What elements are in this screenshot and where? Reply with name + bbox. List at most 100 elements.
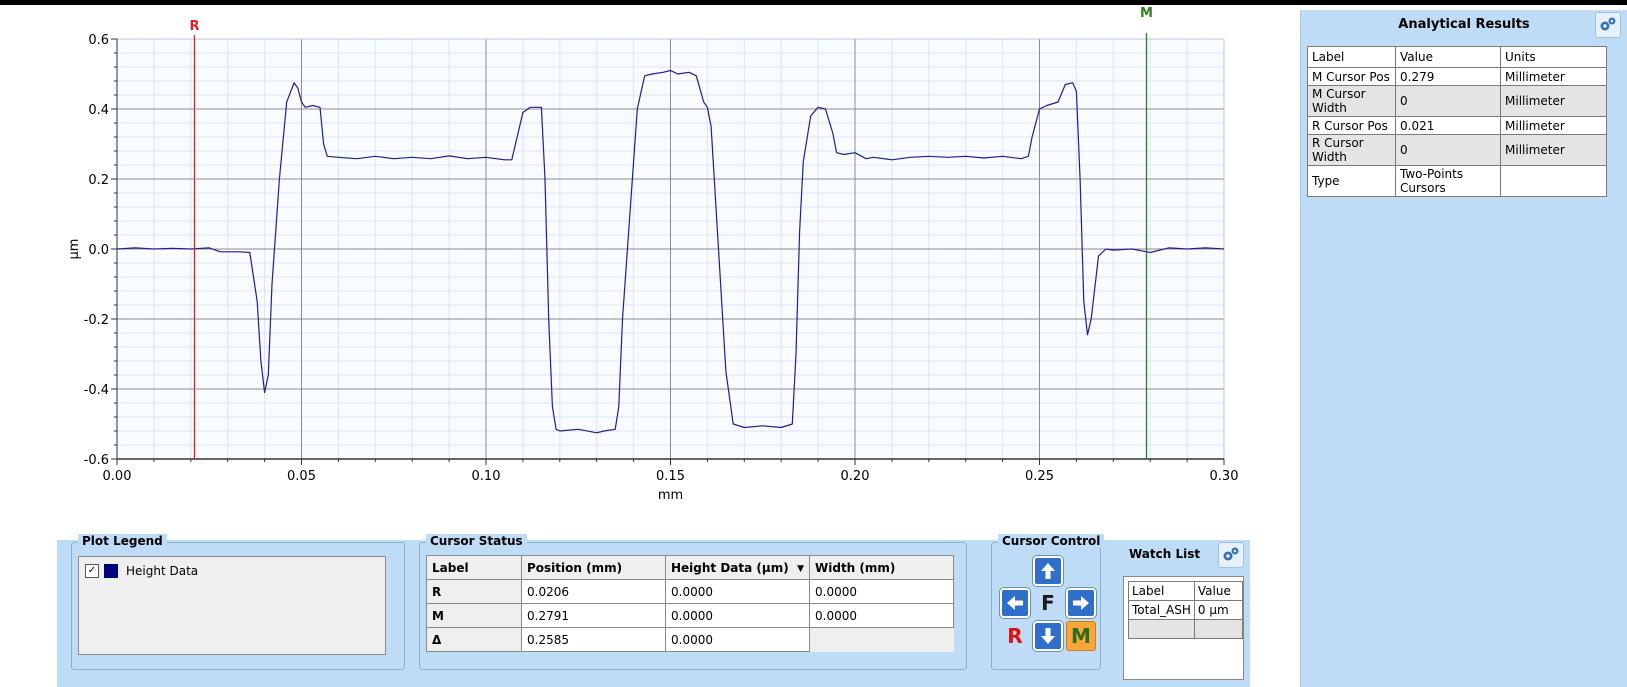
select-r-cursor-button[interactable]: R <box>1000 621 1030 651</box>
y-tick-label: 0.0 <box>88 243 109 258</box>
table-cell: Millimeter <box>1500 67 1607 86</box>
table-row[interactable]: Total_ASH 0 µm <box>1128 600 1244 620</box>
cursor-right-button[interactable] <box>1066 588 1096 618</box>
table-cell: 0.021 <box>1395 116 1501 135</box>
legend-item-label: Height Data <box>126 564 199 578</box>
column-header[interactable]: Width (mm) <box>809 555 954 580</box>
table-cell[interactable]: 0.2791 <box>521 603 666 628</box>
table-cell: Two-Points Cursors <box>1395 165 1501 197</box>
table-header-row: Label Value Units <box>1307 46 1607 68</box>
cursor-m-label[interactable]: M <box>1140 6 1153 21</box>
row-label: R <box>426 579 522 604</box>
analytical-results-table: Label Value Units M Cursor Pos 0.279 Mil… <box>1307 46 1607 197</box>
table-cell[interactable]: 0.0000 <box>665 579 810 604</box>
watch-list-title: Watch List <box>1129 547 1201 561</box>
table-cell <box>1128 619 1195 639</box>
column-header-label: Height Data (µm) <box>671 560 789 575</box>
watch-list-box: Label Value Total_ASH 0 µm <box>1123 576 1244 680</box>
column-header[interactable]: Label <box>426 555 522 580</box>
table-row[interactable]: Δ 0.2585 0.0000 <box>426 627 954 652</box>
y-axis-label: µm <box>67 239 82 260</box>
legend-item-height-data[interactable]: ✓ Height Data <box>85 564 198 578</box>
column-header[interactable]: Value <box>1193 581 1244 601</box>
y-tick-label: -0.2 <box>84 313 109 328</box>
table-cell: 0 µm <box>1193 600 1244 620</box>
table-cell: 0 <box>1395 85 1501 117</box>
table-cell: M Cursor Width <box>1307 85 1396 117</box>
y-tick-label: 0.2 <box>88 173 109 188</box>
table-row[interactable]: M Cursor Width 0 Millimeter <box>1307 85 1607 117</box>
gear-icon <box>1223 547 1239 561</box>
table-row[interactable]: R Cursor Width 0 Millimeter <box>1307 134 1607 166</box>
cursor-status-group: Cursor Status Label Position (mm) Height… <box>419 534 967 670</box>
table-cell <box>1500 165 1607 197</box>
arrow-up-icon <box>1041 563 1055 579</box>
plot-legend-list: ✓ Height Data <box>78 556 386 655</box>
cursor-up-button[interactable] <box>1033 556 1063 586</box>
cursor-status-table: Label Position (mm) Height Data (µm) ▼ W… <box>426 555 954 652</box>
y-tick-label: -0.6 <box>84 453 109 468</box>
cursor-r-label[interactable]: R <box>189 19 199 34</box>
x-tick-label: 0.25 <box>1025 469 1054 484</box>
table-cell[interactable]: 0.2585 <box>521 627 666 652</box>
table-cell <box>1193 619 1244 639</box>
watch-list-settings-button[interactable] <box>1218 542 1244 568</box>
x-tick-label: 0.00 <box>103 469 132 484</box>
cursor-focus-button[interactable]: F <box>1033 588 1063 618</box>
table-row[interactable]: M Cursor Pos 0.279 Millimeter <box>1307 67 1607 86</box>
column-header[interactable]: Units <box>1500 46 1607 68</box>
table-cell[interactable]: 0.0000 <box>809 603 954 628</box>
column-header[interactable]: Label <box>1128 581 1195 601</box>
table-cell: Millimeter <box>1500 85 1607 117</box>
y-tick-label: 0.4 <box>88 103 109 118</box>
row-label: Δ <box>426 627 522 652</box>
legend-color-swatch <box>104 564 118 578</box>
select-m-cursor-button[interactable]: M <box>1066 621 1096 651</box>
table-cell[interactable]: 0.0000 <box>809 579 954 604</box>
table-cell-empty <box>810 628 954 652</box>
cursor-left-button[interactable] <box>1000 588 1030 618</box>
y-tick-label: -0.4 <box>84 383 109 398</box>
table-header-row: Label Value <box>1128 581 1244 601</box>
table-cell: 0 <box>1395 134 1501 166</box>
table-cell: M Cursor Pos <box>1307 67 1396 86</box>
x-tick-label: 0.05 <box>287 469 316 484</box>
table-cell[interactable]: 0.0206 <box>521 579 666 604</box>
profile-plot[interactable]: 0.00 0.05 0.10 0.15 0.20 0.25 0.30 0.6 0.4 0.2 0.0… <box>0 5 1300 535</box>
checkmark-icon: ✓ <box>87 565 97 576</box>
table-row[interactable]: R 0.0206 0.0000 0.0000 <box>426 579 954 604</box>
x-tick-label: 0.30 <box>1210 469 1239 484</box>
plot-legend-group: Plot Legend ✓ Height Data <box>71 534 405 670</box>
analytical-results-panel: Analytical Results Label Value Units M C… <box>1300 10 1627 687</box>
column-header[interactable]: Value <box>1395 46 1501 68</box>
table-row-blank[interactable] <box>1128 619 1244 639</box>
sort-down-icon[interactable]: ▼ <box>797 564 804 574</box>
column-header[interactable]: Label <box>1307 46 1396 68</box>
table-cell[interactable]: 0.0000 <box>665 627 810 652</box>
table-cell: Millimeter <box>1500 134 1607 166</box>
table-cell: Type <box>1307 165 1396 197</box>
plot-legend-title: Plot Legend <box>78 534 167 548</box>
arrow-down-icon <box>1041 628 1055 644</box>
cursor-down-button[interactable] <box>1033 621 1063 651</box>
cursor-status-title: Cursor Status <box>426 534 527 548</box>
analytical-results-title: Analytical Results <box>1398 17 1530 32</box>
gear-icon <box>1600 17 1616 31</box>
analytical-settings-button[interactable] <box>1595 12 1621 38</box>
table-row[interactable]: M 0.2791 0.0000 0.0000 <box>426 603 954 628</box>
cursor-control-group: Cursor Control F R M <box>991 534 1105 670</box>
bottom-control-panel: Plot Legend ✓ Height Data Cursor Status … <box>57 534 1249 687</box>
legend-checkbox[interactable]: ✓ <box>85 564 99 578</box>
table-cell: Total_ASH <box>1128 600 1195 620</box>
x-tick-label: 0.10 <box>472 469 501 484</box>
table-cell: R Cursor Width <box>1307 134 1396 166</box>
table-row[interactable]: Type Two-Points Cursors <box>1307 165 1607 197</box>
cursor-control-title: Cursor Control <box>998 534 1105 548</box>
column-header-height[interactable]: Height Data (µm) ▼ <box>665 555 810 580</box>
watch-list-table: Label Value Total_ASH 0 µm <box>1128 581 1244 639</box>
table-row[interactable]: R Cursor Pos 0.021 Millimeter <box>1307 116 1607 135</box>
column-header[interactable]: Position (mm) <box>521 555 666 580</box>
table-cell[interactable]: 0.0000 <box>665 603 810 628</box>
table-cell: 0.279 <box>1395 67 1501 86</box>
y-tick-label: 0.6 <box>88 33 109 48</box>
